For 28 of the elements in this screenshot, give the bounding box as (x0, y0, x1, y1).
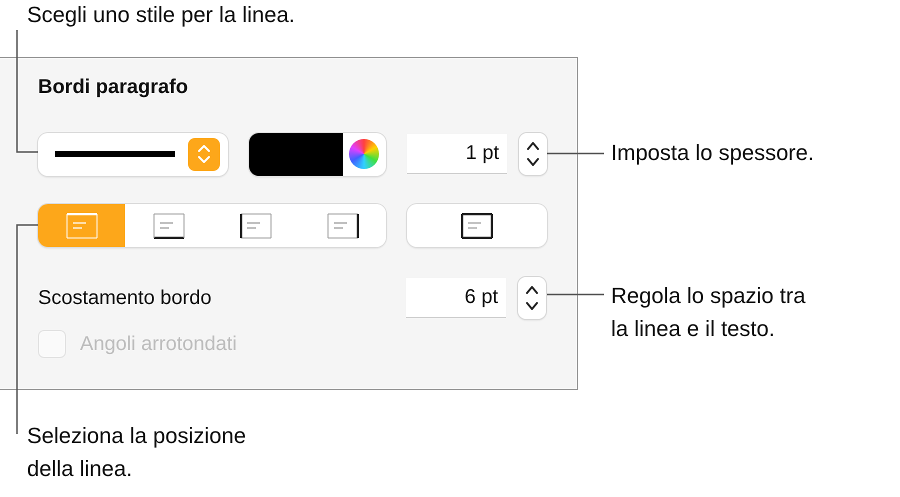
up-down-arrows-icon (525, 139, 541, 169)
border-position-icon (461, 212, 493, 238)
outline-button[interactable] (407, 204, 547, 247)
checkbox-label: Angoli arrotondati (80, 332, 237, 357)
stepper[interactable] (519, 133, 547, 175)
color-well[interactable] (249, 132, 386, 176)
border-position-segment[interactable] (125, 204, 212, 247)
color-wheel-icon (349, 139, 379, 169)
popup-arrows-icon (188, 138, 220, 170)
border-position-icon (240, 212, 272, 238)
callout-text: Regola lo spazio tra la linea e il testo. (611, 282, 806, 343)
thickness-field[interactable]: 1 pt (407, 134, 507, 174)
callout-text: Imposta lo spessore. (611, 139, 814, 167)
section-title: Bordi paragrafo (38, 75, 190, 100)
offset-label: Scostamento bordo (38, 286, 212, 311)
leader-line (547, 293, 604, 296)
border-position-icon (326, 212, 358, 238)
border-position-icon (66, 212, 98, 238)
border-position-icon (152, 212, 184, 238)
callout-text: Scegli uno stile per la linea. (27, 1, 295, 29)
border-position-segment[interactable] (299, 204, 386, 247)
stepper[interactable] (518, 277, 546, 319)
offset-field[interactable]: 6 pt (406, 278, 506, 318)
callout-text: Seleziona la posizione della linea. (27, 422, 246, 483)
up-down-arrows-icon (524, 283, 540, 313)
line-style-popup[interactable] (38, 132, 228, 176)
line-style-icon (55, 150, 175, 158)
leader-line (547, 152, 604, 155)
